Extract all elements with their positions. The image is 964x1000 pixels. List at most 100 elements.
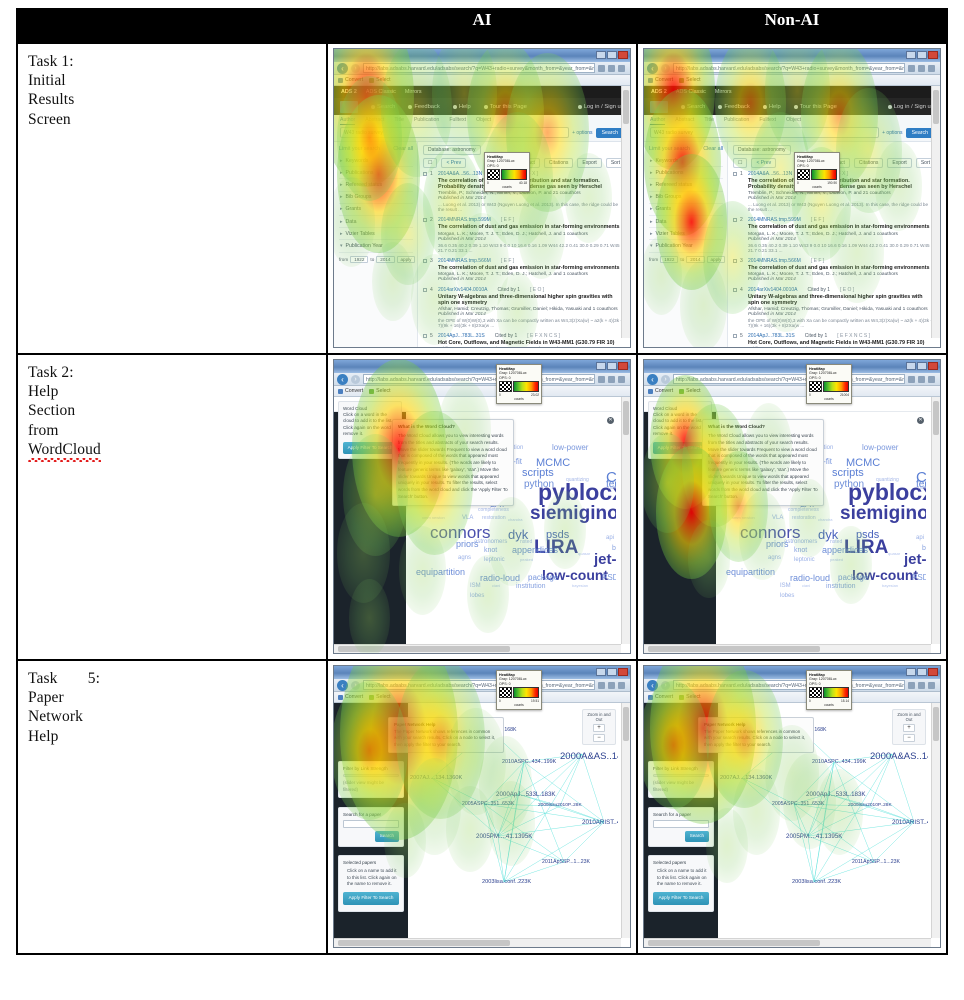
- year-to-input[interactable]: 2014: [686, 255, 705, 263]
- zoom-in-button[interactable]: +: [593, 724, 605, 732]
- result-bibcode[interactable]: 2014A&A...56...13N: [748, 171, 792, 177]
- cloud-word[interactable]: lobes: [780, 593, 794, 599]
- cloud-word[interactable]: appendices: [512, 545, 558, 555]
- select-button[interactable]: Select: [679, 388, 701, 394]
- result-checkbox[interactable]: [423, 258, 427, 263]
- result-title[interactable]: Hot Core, Outflows, and Magnetic Fields …: [748, 340, 935, 346]
- home-icon[interactable]: [908, 375, 915, 383]
- scroll-thumb[interactable]: [338, 940, 511, 946]
- minimize-icon[interactable]: [596, 668, 606, 676]
- apply-filter-button[interactable]: Apply Filter To Search: [653, 892, 709, 905]
- horizontal-scrollbar[interactable]: [644, 644, 931, 653]
- result-title[interactable]: The correlation of dust and gas emission…: [438, 265, 625, 271]
- network-node[interactable]: 2005PM....41.1395K: [476, 833, 532, 840]
- select-button[interactable]: Select: [369, 77, 391, 83]
- result-links[interactable]: [ E F ]: [811, 217, 824, 223]
- cloud-word[interactable]: radio-loud: [480, 573, 520, 583]
- facet-data[interactable]: ▸ Data: [339, 216, 413, 229]
- zoom-out-button[interactable]: −: [903, 734, 915, 742]
- nav-help[interactable]: Help: [452, 104, 471, 110]
- network-node[interactable]: 2010ARIST..44....3K: [892, 819, 928, 826]
- gear-icon[interactable]: [928, 64, 935, 72]
- apply-filter-button[interactable]: Apply Filter To Search: [343, 441, 397, 455]
- horizontal-scrollbar[interactable]: [334, 644, 621, 653]
- nav-tour[interactable]: Tour this Page: [483, 104, 527, 110]
- address-bar[interactable]: http://labs.adsabs.harvard.edu/adsabs/se…: [363, 63, 595, 73]
- convert-button[interactable]: Convert: [648, 77, 673, 83]
- cloud-word[interactable]: quantizing: [876, 477, 899, 483]
- network-node[interactable]: 2011ApSSP...1...23K: [542, 859, 590, 865]
- minimize-icon[interactable]: [596, 362, 606, 370]
- cloud-word[interactable]: astronomers: [474, 539, 507, 545]
- login-link[interactable]: Log in / Sign up: [577, 104, 624, 110]
- close-icon[interactable]: [928, 51, 938, 59]
- cloud-word[interactable]: chandra: [818, 517, 832, 522]
- facet-data[interactable]: ▸ Data: [649, 216, 723, 229]
- address-bar[interactable]: http://labs.adsabs.harvard.edu/adsabs/se…: [673, 63, 905, 73]
- select-button[interactable]: Select: [679, 694, 701, 700]
- gear-icon[interactable]: [928, 681, 935, 689]
- cloud-word[interactable]: blazar: [922, 545, 926, 552]
- nav-help[interactable]: Help: [762, 104, 781, 110]
- facet-bib-groups[interactable]: ▸ Bib Groups: [339, 192, 413, 204]
- network-node[interactable]: 2003lisa.conf..223K: [792, 879, 841, 885]
- cloud-word[interactable]: psds: [546, 529, 569, 541]
- cloud-word[interactable]: bayesian: [882, 583, 898, 588]
- result-links[interactable]: [ E O ]: [840, 287, 854, 293]
- export-button[interactable]: Export: [887, 158, 912, 168]
- gear-icon[interactable]: [618, 375, 625, 383]
- cloud-word[interactable]: ISM: [780, 583, 791, 589]
- result-links[interactable]: [ E F ]: [501, 217, 514, 223]
- database-selector[interactable]: Database: astronomy: [733, 145, 791, 155]
- cloud-word[interactable]: blazar: [612, 545, 616, 552]
- cloud-word[interactable]: low-power: [862, 443, 898, 452]
- result-checkbox[interactable]: [423, 287, 427, 292]
- result-title[interactable]: The correlation of dust and gas distribu…: [748, 178, 935, 190]
- result-item[interactable]: 3 2014MNRAS.tmp.566M [ E F ] The correla…: [423, 258, 625, 282]
- cloud-word[interactable]: scripts: [832, 467, 864, 479]
- result-title[interactable]: Hot Core, Outflows, and Magnetic Fields …: [438, 340, 625, 346]
- back-icon[interactable]: ‹: [647, 373, 658, 385]
- tab-author[interactable]: Author: [650, 117, 666, 125]
- forward-icon[interactable]: ›: [351, 374, 360, 384]
- network-node[interactable]: 2005ASPC..351..653K: [462, 801, 514, 807]
- network-node[interactable]: 2007AJ....134.1360K: [720, 775, 772, 781]
- cloud-word[interactable]: psds: [856, 529, 879, 541]
- options-toggle[interactable]: + options: [572, 130, 592, 136]
- maximize-icon[interactable]: [607, 668, 617, 676]
- close-icon[interactable]: [618, 668, 628, 676]
- paper-search-button[interactable]: Search: [684, 831, 709, 842]
- facet-grants[interactable]: ▸ Grants: [649, 204, 723, 216]
- cloud-word[interactable]: python: [834, 479, 864, 490]
- facet-publications[interactable]: ▸ Publications: [339, 167, 413, 180]
- result-title[interactable]: The correlation of dust and gas emission…: [748, 224, 935, 230]
- cloud-word[interactable]: quantizing: [566, 477, 589, 483]
- cloud-word[interactable]: nsted: [830, 539, 842, 545]
- address-bar[interactable]: http://labs.adsabs.harvard.edu/adsabs/se…: [363, 680, 595, 690]
- tab-fulltext[interactable]: Fulltext: [449, 117, 466, 125]
- close-icon[interactable]: ✕: [607, 417, 614, 424]
- tab-title[interactable]: Title: [704, 117, 714, 125]
- gear-icon[interactable]: [928, 375, 935, 383]
- minimize-icon[interactable]: [596, 51, 606, 59]
- maximize-icon[interactable]: [917, 51, 927, 59]
- cloud-word[interactable]: xmm newton: [422, 515, 445, 520]
- cloud-word[interactable]: low-power: [552, 443, 588, 452]
- cloud-word[interactable]: scripts: [522, 467, 554, 479]
- result-title[interactable]: Unitary W-algebras and three-dimensional…: [438, 294, 625, 306]
- clear-all-link[interactable]: Clear all: [393, 146, 413, 152]
- result-checkbox[interactable]: [733, 287, 737, 292]
- favorites-icon[interactable]: [918, 375, 925, 383]
- nav-ads2[interactable]: ADS 2: [341, 89, 357, 95]
- back-icon[interactable]: ‹: [337, 679, 348, 691]
- nav-mirrors[interactable]: Mirrors: [405, 89, 422, 95]
- vertical-scrollbar[interactable]: [931, 397, 940, 644]
- cloud-word[interactable]: VLA: [772, 515, 783, 521]
- home-icon[interactable]: [598, 375, 605, 383]
- result-title[interactable]: The correlation of dust and gas distribu…: [438, 178, 625, 190]
- options-toggle[interactable]: + options: [882, 130, 902, 136]
- result-item[interactable]: 4 2014arXiv1404.0010A Cited by 1 [ E O ]…: [423, 287, 625, 328]
- facet-refereed-status[interactable]: ▸ Refereed status: [339, 179, 413, 192]
- convert-button[interactable]: Convert: [648, 694, 673, 700]
- gear-icon[interactable]: [618, 64, 625, 72]
